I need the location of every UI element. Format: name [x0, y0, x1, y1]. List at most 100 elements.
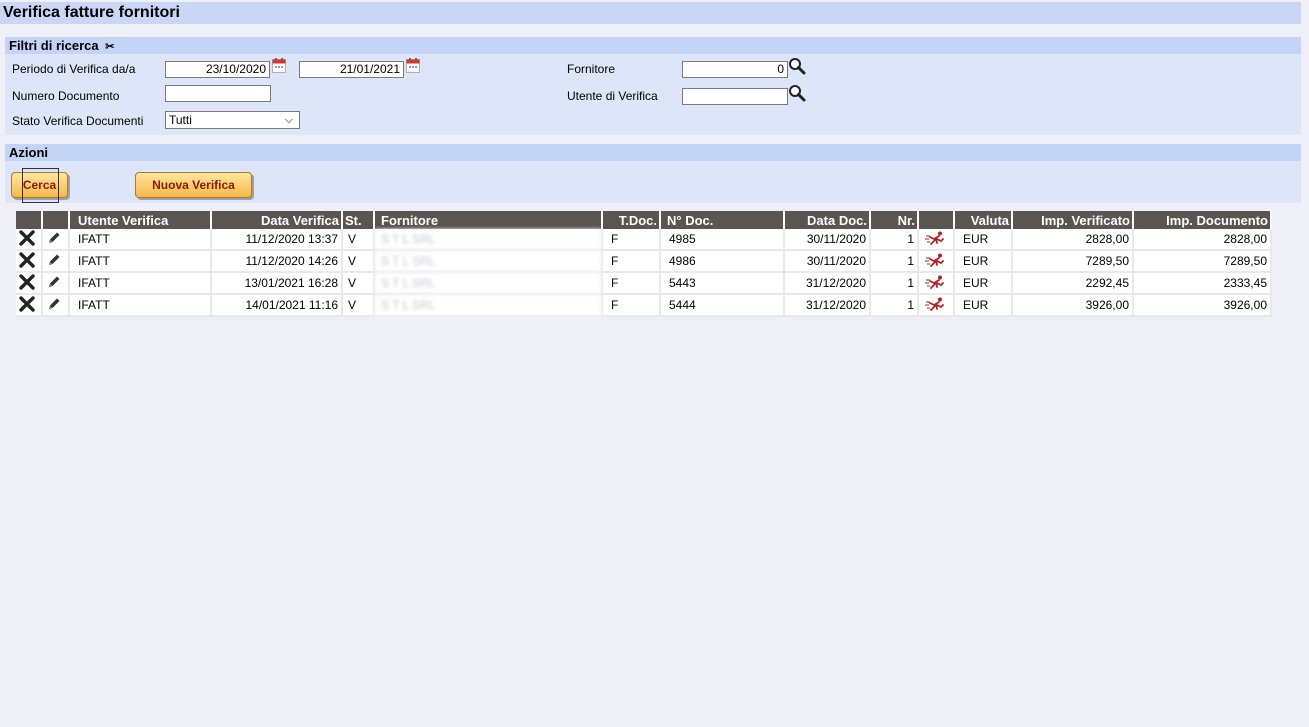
status-select-value: Tutti — [169, 113, 192, 127]
runner-icon[interactable] — [925, 275, 947, 289]
delete-icon[interactable] — [19, 229, 35, 246]
cell-doc-type: F — [602, 250, 661, 273]
status-label: Stato Verifica Documenti — [12, 114, 144, 128]
cell-amount-verified: 2828,00 — [1012, 229, 1134, 251]
cell-doc-type: F — [602, 294, 661, 317]
period-label: Periodo di Verifica da/a — [12, 62, 136, 76]
col-delete — [16, 211, 43, 229]
delete-cell — [16, 294, 43, 317]
table-row[interactable]: IFATT 14/01/2021 11:16 V S T L SRL F 544… — [16, 294, 1272, 317]
search-button[interactable]: Cerca — [11, 172, 68, 198]
cell-nr: 1 — [870, 294, 919, 317]
cell-doc-date: 30/11/2020 — [784, 250, 871, 273]
cell-doc-date: 30/11/2020 — [784, 229, 871, 251]
cell-user: IFATT — [69, 250, 212, 273]
col-user[interactable]: Utente Verifica — [69, 211, 212, 229]
col-doc-date[interactable]: Data Doc. — [784, 211, 871, 229]
action-cell — [918, 272, 955, 295]
action-cell — [918, 229, 955, 251]
user-label: Utente di Verifica — [567, 89, 658, 103]
action-cell — [918, 294, 955, 317]
delete-icon[interactable] — [19, 273, 35, 290]
runner-icon[interactable] — [925, 297, 947, 311]
cell-amount-doc: 3926,00 — [1133, 294, 1272, 317]
cell-currency: EUR — [954, 229, 1013, 251]
cell-currency: EUR — [954, 294, 1013, 317]
date-from-input[interactable]: 23/10/2020 — [165, 61, 270, 78]
pencil-icon[interactable] — [46, 296, 62, 312]
cell-nr: 1 — [870, 229, 919, 251]
cell-doc-no: 5444 — [660, 294, 785, 317]
actions-header: Azioni — [5, 144, 1301, 161]
cell-date: 11/12/2020 13:37 — [211, 229, 343, 251]
cell-supplier: S T L SRL — [374, 294, 603, 317]
col-status[interactable]: St. — [342, 211, 375, 229]
filters-header: Filtri di ricerca ✂ — [5, 37, 1301, 54]
cell-status: V — [342, 294, 375, 317]
cell-doc-no: 5443 — [660, 272, 785, 295]
cell-supplier: S T L SRL — [374, 272, 603, 295]
cell-status: V — [342, 250, 375, 273]
runner-icon[interactable] — [925, 231, 947, 245]
calendar-icon[interactable] — [406, 58, 420, 73]
cell-currency: EUR — [954, 250, 1013, 273]
col-date[interactable]: Data Verifica — [211, 211, 343, 229]
supplier-input[interactable]: 0 — [682, 61, 788, 78]
user-input[interactable] — [682, 88, 788, 105]
cell-amount-doc: 7289,50 — [1133, 250, 1272, 273]
cell-amount-verified: 2292,45 — [1012, 272, 1134, 295]
cell-amount-doc: 2828,00 — [1133, 229, 1272, 251]
calendar-icon[interactable] — [272, 58, 286, 73]
cell-doc-date: 31/12/2020 — [784, 294, 871, 317]
cell-currency: EUR — [954, 272, 1013, 295]
search-icon[interactable] — [788, 57, 806, 75]
delete-icon[interactable] — [19, 295, 35, 312]
edit-cell — [42, 250, 70, 273]
edit-cell — [42, 229, 70, 251]
col-doc-no[interactable]: N° Doc. — [660, 211, 785, 229]
table-row[interactable]: IFATT 11/12/2020 14:26 V S T L SRL F 498… — [16, 250, 1272, 273]
col-edit — [42, 211, 70, 229]
cell-doc-no: 4986 — [660, 250, 785, 273]
action-cell — [918, 250, 955, 273]
cell-status: V — [342, 229, 375, 251]
cell-date: 14/01/2021 11:16 — [211, 294, 343, 317]
cell-user: IFATT — [69, 272, 212, 295]
delete-cell — [16, 229, 43, 251]
cell-date: 13/01/2021 16:28 — [211, 272, 343, 295]
cell-doc-date: 31/12/2020 — [784, 272, 871, 295]
pencil-icon[interactable] — [46, 252, 62, 268]
cell-doc-no: 4985 — [660, 229, 785, 251]
doc-number-input[interactable] — [165, 85, 271, 102]
col-amount-doc[interactable]: Imp. Documento — [1133, 211, 1272, 229]
delete-icon[interactable] — [19, 251, 35, 268]
edit-cell — [42, 294, 70, 317]
table-row[interactable]: IFATT 11/12/2020 13:37 V S T L SRL F 498… — [16, 229, 1272, 251]
page-title: Verifica fatture fornitori — [0, 2, 1301, 24]
cell-nr: 1 — [870, 272, 919, 295]
col-supplier[interactable]: Fornitore — [374, 211, 603, 229]
supplier-label: Fornitore — [567, 62, 616, 76]
results-table: Utente Verifica Data Verifica St. Fornit… — [16, 211, 1272, 317]
col-doc-type[interactable]: T.Doc. — [602, 211, 661, 229]
new-verification-button[interactable]: Nuova Verifica — [135, 172, 252, 198]
cell-nr: 1 — [870, 250, 919, 273]
pencil-icon[interactable] — [46, 274, 62, 290]
status-select[interactable]: Tutti ⌵ — [165, 111, 300, 129]
cell-date: 11/12/2020 14:26 — [211, 250, 343, 273]
search-icon[interactable] — [788, 84, 806, 102]
cell-doc-type: F — [602, 229, 661, 251]
cell-amount-verified: 7289,50 — [1012, 250, 1134, 273]
col-action-icon — [918, 211, 955, 229]
col-amount-verified[interactable]: Imp. Verificato — [1012, 211, 1134, 229]
runner-icon[interactable] — [925, 253, 947, 267]
pencil-icon[interactable] — [46, 230, 62, 246]
col-currency[interactable]: Valuta — [954, 211, 1013, 229]
table-row[interactable]: IFATT 13/01/2021 16:28 V S T L SRL F 544… — [16, 272, 1272, 295]
cell-user: IFATT — [69, 294, 212, 317]
edit-cell — [42, 272, 70, 295]
filters-header-label: Filtri di ricerca — [9, 38, 99, 53]
col-nr[interactable]: Nr. — [870, 211, 919, 229]
date-to-input[interactable]: 21/01/2021 — [299, 61, 404, 78]
delete-cell — [16, 250, 43, 273]
